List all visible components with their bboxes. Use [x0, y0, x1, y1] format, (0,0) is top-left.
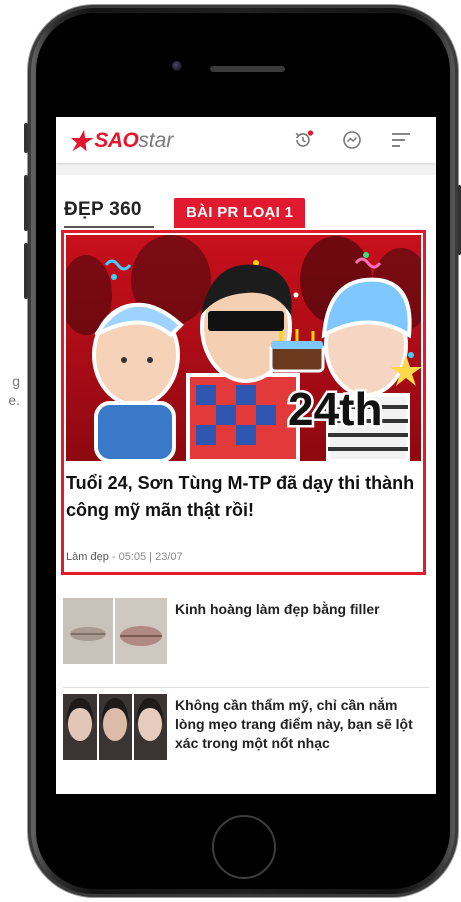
section-title[interactable]: ĐẸP 360 — [64, 199, 142, 221]
history-icon[interactable] — [292, 129, 314, 151]
makeup-thumbnail-art — [63, 694, 167, 760]
featured-image-art: 24th — [66, 235, 421, 461]
logo-star-icon: ★ — [66, 126, 97, 156]
front-camera — [172, 61, 182, 71]
list-item[interactable]: Không cần thẩm mỹ, chỉ cần nắm lòng mẹo … — [63, 694, 429, 764]
article-title[interactable]: Không cần thẩm mỹ, chỉ cần nắm lòng mẹo … — [175, 696, 427, 753]
section-underline — [64, 226, 154, 228]
article-thumbnail[interactable] — [63, 694, 167, 760]
side-caption: g e. — [0, 372, 20, 410]
pr-badge: BÀI PR LOẠI 1 — [174, 198, 306, 228]
volume-up-button — [24, 175, 28, 231]
logo-star-text: star — [138, 129, 174, 152]
side-caption-line-2: e. — [8, 392, 20, 408]
featured-article[interactable]: 24th Tuổi 24, Sơn Tùng M-TP đã dạy thi t… — [61, 230, 426, 575]
earpiece-speaker — [210, 66, 285, 72]
notification-dot — [307, 130, 314, 136]
trending-icon[interactable] — [341, 129, 363, 151]
featured-category[interactable]: Làm đẹp — [66, 551, 109, 563]
saostar-logo[interactable]: ★ SAO star — [66, 126, 174, 156]
home-button[interactable] — [212, 815, 276, 879]
featured-time: 05:05 | 23/07 — [118, 551, 183, 563]
stage: g e. ★ SAO star ĐẸP 360 BÀI PR LOẠI 1 24… — [0, 0, 461, 902]
app-header: ★ SAO star — [56, 117, 436, 163]
logo-sao-text: SAO — [94, 129, 139, 152]
featured-meta: Làm đẹp - 05:05 | 23/07 — [66, 551, 183, 563]
meta-separator: - — [108, 551, 119, 563]
article-title[interactable]: Kinh hoàng làm đẹp bằng filler — [175, 600, 427, 619]
volume-down-button — [24, 243, 28, 299]
list-item[interactable]: Kinh hoàng làm đẹp bằng filler — [63, 598, 429, 668]
featured-title[interactable]: Tuổi 24, Sơn Tùng M-TP đã dạy thi thành … — [66, 470, 426, 524]
lips-thumbnail-art — [63, 598, 167, 664]
featured-image[interactable]: 24th — [66, 235, 421, 461]
article-thumbnail[interactable] — [63, 598, 167, 664]
hero-24th-text: 24th — [288, 383, 383, 435]
content-area: ĐẸP 360 BÀI PR LOẠI 1 24th Tuổi 24, Sơn … — [56, 175, 436, 794]
list-divider — [63, 687, 429, 688]
phone-screen: ★ SAO star ĐẸP 360 BÀI PR LOẠI 1 24th Tu… — [56, 117, 436, 794]
side-caption-line-1: g — [12, 373, 20, 389]
mute-switch — [24, 123, 28, 153]
menu-icon[interactable] — [390, 129, 412, 151]
